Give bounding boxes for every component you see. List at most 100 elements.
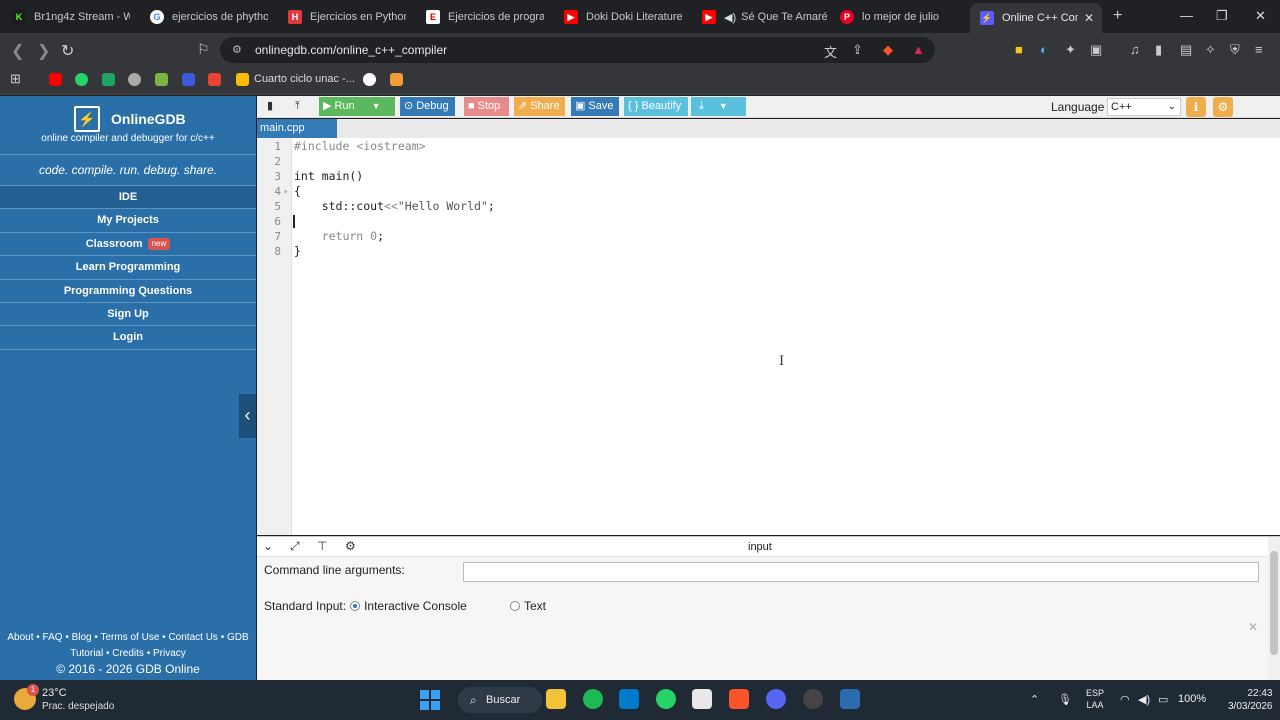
- brave-shields-icon[interactable]: ◆: [883, 42, 893, 58]
- brave-rewards-icon[interactable]: ▲: [912, 42, 925, 57]
- vpn-app-icon[interactable]: [840, 689, 860, 709]
- code-bookmark-icon[interactable]: [390, 73, 403, 86]
- debug-button[interactable]: ⊙ Debug: [400, 97, 455, 116]
- youtube-bookmark-icon[interactable]: [49, 73, 62, 86]
- share-button[interactable]: ⇗ Share: [514, 97, 565, 116]
- new-file-icon[interactable]: ▮: [263, 97, 277, 116]
- expand-icon[interactable]: ⤢: [290, 539, 300, 554]
- media-icon[interactable]: ♫: [1130, 42, 1140, 57]
- interactive-console-radio[interactable]: [350, 601, 361, 611]
- tab-lo-mejor-de-julio[interactable]: P lo mejor de julio: [840, 4, 965, 30]
- wallet-pane-icon[interactable]: ▤: [1180, 42, 1192, 58]
- reload-icon[interactable]: ↻: [61, 41, 74, 61]
- screenshot-icon[interactable]: ▣: [1090, 42, 1102, 58]
- sidebar-item-learn-programming[interactable]: Learn Programming: [0, 256, 256, 280]
- layout-icon[interactable]: ⊤: [317, 539, 327, 553]
- wallet-icon[interactable]: ■: [1015, 42, 1023, 57]
- run-button[interactable]: ▶ Run ▼: [319, 97, 395, 116]
- gmail-bookmark-icon[interactable]: [208, 73, 221, 86]
- battery-percent[interactable]: 100%: [1178, 693, 1206, 705]
- whatsapp-bookmark-icon[interactable]: [75, 73, 88, 86]
- windows-start-icon[interactable]: [420, 690, 440, 710]
- brand-name[interactable]: OnlineGDB: [111, 111, 186, 127]
- bookmark-cuarto-ciclo[interactable]: Cuarto ciclo unac -...: [254, 73, 355, 85]
- tab-doki-doki[interactable]: ▶ Doki Doki Literature C: [564, 4, 689, 30]
- collapse-sidebar-button[interactable]: ‹: [239, 394, 256, 438]
- tab-kick[interactable]: K Br1ng4z Stream - Wat: [12, 4, 137, 30]
- clock[interactable]: 22:43 3/03/2026: [1228, 687, 1273, 713]
- sidebar-toggle-icon[interactable]: ▮: [1155, 42, 1162, 58]
- chevron-down-icon[interactable]: ⌄: [263, 539, 273, 553]
- menu-icon[interactable]: ≡: [1255, 42, 1263, 57]
- language-select[interactable]: C++ ⌄: [1107, 98, 1181, 116]
- sidebar-item-ide[interactable]: IDE: [0, 186, 256, 210]
- leo-icon[interactable]: ◐: [1040, 42, 1048, 57]
- sidebar-item-programming-questions[interactable]: Programming Questions: [0, 280, 256, 303]
- translate-icon[interactable]: 文: [824, 42, 837, 61]
- site-info-icon[interactable]: ⚙: [232, 43, 244, 56]
- drive-bookmark-icon[interactable]: [102, 73, 115, 86]
- bookmark-icon[interactable]: ⚐: [197, 41, 210, 58]
- back-icon[interactable]: ❮: [11, 41, 24, 61]
- stop-button[interactable]: ■ Stop: [464, 97, 509, 116]
- microphone-icon[interactable]: 🎙: [1058, 693, 1072, 706]
- maximize-button[interactable]: ❐: [1216, 8, 1228, 24]
- footer-links[interactable]: About • FAQ • Blog • Terms of Use • Cont…: [0, 630, 256, 662]
- fold-arrow-icon[interactable]: ▾: [284, 188, 288, 196]
- upload-icon[interactable]: ⤒: [291, 97, 304, 116]
- gear-icon[interactable]: ⚙: [1213, 97, 1233, 117]
- spotify-icon[interactable]: [583, 689, 603, 709]
- forward-icon[interactable]: ❯: [37, 41, 50, 61]
- command-line-arguments-input[interactable]: [463, 562, 1259, 582]
- beautify-button[interactable]: { } Beautify: [624, 97, 688, 116]
- wifi-icon[interactable]: ◠: [1120, 693, 1130, 706]
- weather-description[interactable]: Prac. despejado: [42, 701, 114, 712]
- app-icon[interactable]: [803, 689, 823, 709]
- tab-online-cpp-compiler[interactable]: ⚡ Online C++ Com ✕: [970, 3, 1102, 33]
- minimize-button[interactable]: —: [1180, 8, 1193, 23]
- temperature[interactable]: 23°C: [42, 687, 67, 699]
- tab-se-que-te-amare[interactable]: ▶ ◀) Sé Que Te Amaré: [702, 4, 827, 30]
- chevron-down-icon[interactable]: ▼: [372, 97, 381, 116]
- file-tab-main-cpp[interactable]: main.cpp: [257, 119, 337, 138]
- vpn-icon[interactable]: ⛨: [1230, 42, 1240, 58]
- code-editor[interactable]: 1 2 3 4 ▾ 5 6 7 8 #include <iostream> in…: [257, 138, 1280, 535]
- share-page-icon[interactable]: ⇪: [852, 42, 863, 58]
- discord-icon[interactable]: [766, 689, 786, 709]
- battery-icon[interactable]: ▭: [1158, 693, 1168, 706]
- close-tab-icon[interactable]: ✕: [1084, 11, 1094, 25]
- brave-icon[interactable]: [729, 689, 749, 709]
- apps-icon[interactable]: ⊞: [10, 71, 21, 87]
- save-button[interactable]: ▣ Save: [571, 97, 619, 116]
- sidebar-item-login[interactable]: Login: [0, 326, 256, 350]
- android-bookmark-icon[interactable]: [155, 73, 168, 86]
- interactive-console-label[interactable]: Interactive Console: [364, 599, 467, 613]
- google-bookmark-icon[interactable]: [363, 73, 376, 86]
- site-bookmark-icon[interactable]: [182, 73, 195, 86]
- text-radio-label[interactable]: Text: [524, 599, 546, 613]
- text-radio[interactable]: [510, 601, 520, 611]
- chatgpt-bookmark-icon[interactable]: [128, 73, 141, 86]
- tab-google-python[interactable]: G ejercicios de phython: [150, 4, 275, 30]
- url-text[interactable]: onlinegdb.com/online_c++_compiler: [255, 43, 447, 57]
- chevron-up-icon[interactable]: ⌃: [1030, 693, 1039, 706]
- sidebar-item-sign-up[interactable]: Sign Up: [0, 303, 256, 327]
- gear-icon[interactable]: ⚙: [345, 539, 356, 553]
- ai-icon[interactable]: ✧: [1205, 42, 1216, 58]
- close-icon[interactable]: ✕: [1248, 620, 1258, 634]
- sidebar-item-my-projects[interactable]: My Projects: [0, 209, 256, 233]
- scrollbar[interactable]: [1268, 537, 1280, 681]
- download-button[interactable]: ⤓ ▼: [691, 97, 746, 116]
- info-icon[interactable]: ℹ: [1186, 97, 1206, 117]
- language-indicator[interactable]: ESP LAA: [1086, 687, 1104, 711]
- volume-icon[interactable]: ◀): [1138, 693, 1150, 706]
- sidebar-item-classroom[interactable]: Classroom new: [0, 233, 256, 257]
- taskbar-search[interactable]: ⌕ Buscar: [458, 687, 542, 713]
- scrollbar-thumb[interactable]: [1270, 551, 1278, 655]
- close-window-button[interactable]: ✕: [1255, 8, 1266, 24]
- omnibox[interactable]: ⚙ onlinegdb.com/online_c++_compiler 文 ⇪ …: [220, 37, 935, 63]
- onlinegdb-logo-icon[interactable]: ⚡: [74, 106, 100, 132]
- file-explorer-icon[interactable]: [546, 689, 566, 709]
- whatsapp-icon[interactable]: [656, 689, 676, 709]
- new-tab-button[interactable]: +: [1113, 7, 1122, 25]
